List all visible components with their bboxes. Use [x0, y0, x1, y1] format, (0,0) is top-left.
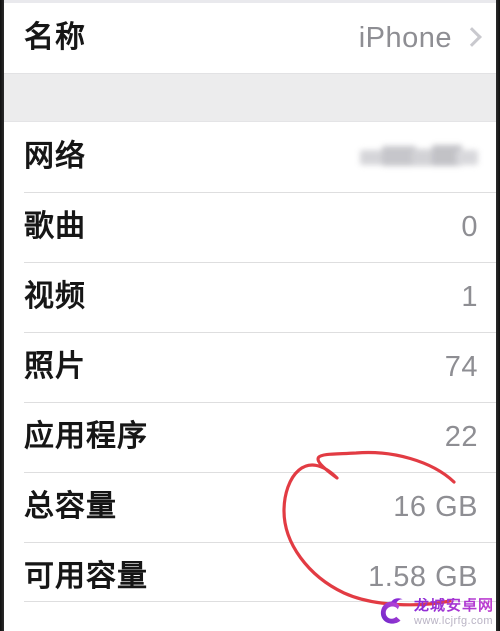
- row-label-applications: 应用程序: [24, 420, 148, 453]
- row-songs[interactable]: 歌曲 0: [4, 192, 496, 262]
- row-value-applications: 22: [444, 420, 478, 453]
- group-separator: [4, 73, 496, 122]
- row-label-network: 网络: [24, 140, 86, 173]
- row-photos[interactable]: 照片 74: [4, 332, 496, 402]
- device-name-text: iPhone: [358, 21, 452, 54]
- row-device-name[interactable]: 名称 iPhone: [4, 3, 496, 73]
- row-value-songs: 0: [461, 210, 478, 243]
- row-videos[interactable]: 视频 1: [4, 262, 496, 332]
- chevron-right-icon[interactable]: [464, 26, 478, 50]
- row-label-device-name: 名称: [24, 21, 86, 54]
- dragon-c-logo-icon: [380, 598, 403, 624]
- watermark-text: 龙城安卓网 www.lcjrfg.com: [414, 598, 494, 627]
- row-value-device-name: iPhone: [359, 22, 478, 55]
- watermark-url: www.lcjrfg.com: [413, 614, 493, 627]
- row-label-available-capacity: 可用容量: [24, 560, 148, 593]
- row-value-network: [360, 144, 478, 170]
- watermark-title: 龙城安卓网: [413, 596, 494, 614]
- row-value-videos: 1: [461, 280, 478, 313]
- row-total-capacity[interactable]: 总容量 16 GB: [4, 472, 496, 542]
- top-hairline: [4, 0, 496, 3]
- network-name-redacted: [360, 144, 478, 170]
- row-applications[interactable]: 应用程序 22: [4, 402, 496, 472]
- row-value-total-capacity: 16 GB: [393, 490, 478, 523]
- row-label-songs: 歌曲: [24, 210, 86, 243]
- row-label-videos: 视频: [24, 280, 86, 313]
- row-network[interactable]: 网络: [4, 122, 496, 192]
- row-label-photos: 照片: [24, 350, 86, 383]
- row-label-total-capacity: 总容量: [24, 490, 117, 523]
- device-bezel-right: [496, 0, 500, 631]
- row-value-available-capacity: 1.58 GB: [368, 560, 478, 593]
- phone-screenshot: 名称 iPhone 网络 歌曲 0 视频 1 照片 74 应用程序 22 总容量…: [0, 0, 500, 631]
- site-watermark: 龙城安卓网 www.lcjrfg.com: [375, 595, 494, 629]
- settings-list: 名称 iPhone 网络 歌曲 0 视频 1 照片 74 应用程序 22 总容量…: [4, 3, 496, 631]
- row-value-photos: 74: [444, 350, 478, 383]
